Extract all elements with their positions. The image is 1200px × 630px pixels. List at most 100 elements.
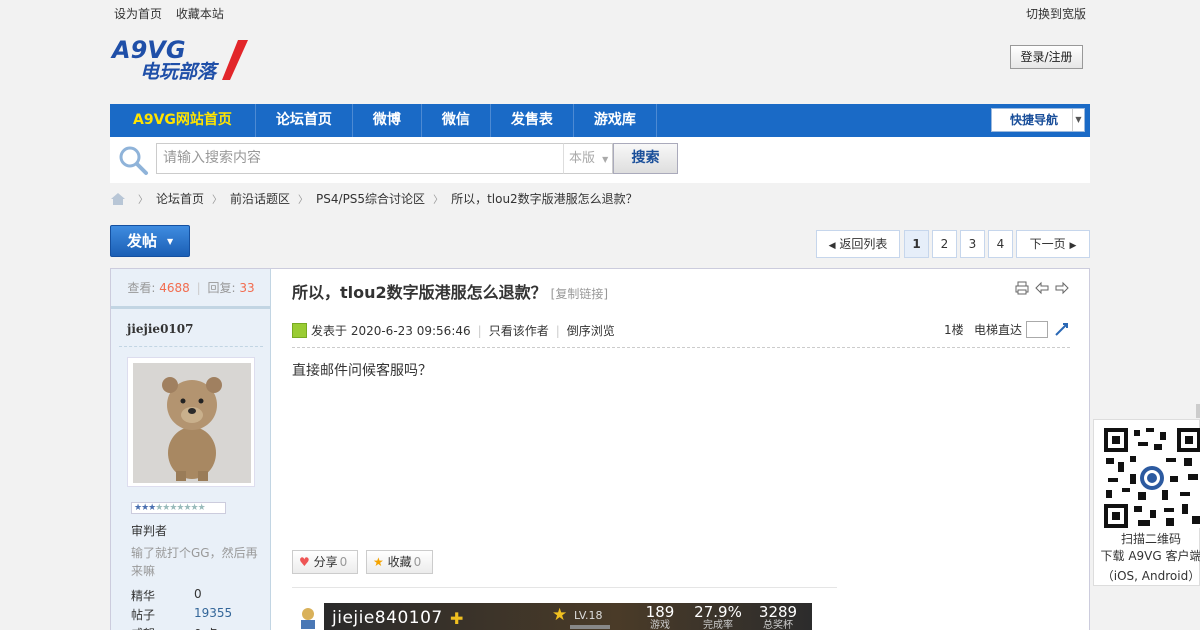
stat-value[interactable]: 19355 (194, 606, 232, 620)
back-to-list-button[interactable]: ◀ 返回列表 (816, 230, 900, 258)
float-handle[interactable] (1196, 404, 1200, 418)
psn-stat: 27.9% 完成率 (694, 603, 742, 630)
author-rank: 审判者 (131, 524, 168, 538)
teddy-bear-avatar-image (133, 363, 251, 483)
breadcrumb-separator: 〉 (433, 195, 444, 206)
only-author-link[interactable]: 只看该作者 (489, 322, 549, 339)
psn-game-card[interactable]: jiejie840107 ✚ ★ LV.18 189 游戏 27.9% 完成率 32… (324, 603, 812, 630)
breadcrumb-thread: 所以，tlou2数字版港服怎么退款？ (451, 192, 638, 206)
post-meta: 发表于 2020-6-23 09:56:46 | 只看该作者 | 倒序浏览 (292, 322, 615, 339)
next-page-button[interactable]: 下一页 ▶ (1016, 230, 1090, 258)
stat-label: 精华 (131, 589, 156, 603)
psn-avatar-icon (296, 606, 320, 630)
main-nav: A9VG网站首页 论坛首页 微博 微信 发售表 游戏库 (110, 104, 1090, 137)
divider (292, 347, 1070, 348)
elevator-label: 电梯直达 (974, 323, 1023, 337)
new-post-button[interactable]: 发帖 ▼ (110, 225, 190, 257)
arrow-left-icon: ◀ (828, 241, 836, 251)
stat-posts: 帖子 19355 (131, 606, 232, 623)
nav-item-wechat[interactable]: 微信 (422, 104, 491, 137)
qr-code-image (1104, 428, 1200, 528)
nav-item-site-home[interactable]: A9VG网站首页 (110, 104, 256, 137)
breadcrumb-frontier[interactable]: 前沿话题区 (230, 190, 290, 207)
views-count: 4688 (159, 281, 190, 295)
quick-nav-label: 快捷导航 (1010, 113, 1059, 127)
back-label: 返回列表 (839, 237, 888, 251)
app-qr-panel: 扫描二维码 下载 A9VG 客户端 （iOS, Android） (1093, 419, 1200, 586)
page-4[interactable]: 4 (988, 230, 1013, 258)
elevator-go-icon[interactable] (1054, 321, 1070, 337)
breadcrumb-forum-home[interactable]: 论坛首页 (156, 190, 204, 207)
chevron-down-icon: ▼ (602, 155, 609, 164)
copy-link-button[interactable]: [复制链接] (551, 287, 608, 301)
breadcrumb-ps-board[interactable]: PS4/PS5综合讨论区 (316, 190, 425, 207)
favorite-label: 收藏 (387, 555, 412, 569)
nav-item-forum-home[interactable]: 论坛首页 (256, 104, 353, 137)
elevator-input[interactable] (1026, 321, 1048, 338)
logo-graphic: A9VG 电玩部落 (110, 36, 248, 83)
share-label: 分享 (313, 555, 338, 569)
nav-item-weibo[interactable]: 微博 (353, 104, 422, 137)
page-3[interactable]: 3 (960, 230, 985, 258)
author-signature: 输了就打个GG，然后再来嘛 (131, 546, 258, 578)
search-button[interactable]: 搜索 (613, 143, 678, 174)
heart-icon: ♥ (299, 555, 310, 569)
floor-number[interactable]: 1楼 (944, 321, 964, 338)
reverse-order-link[interactable]: 倒序浏览 (567, 322, 615, 339)
psn-stat: 3289 总奖杯 (758, 603, 798, 630)
page-2[interactable]: 2 (932, 230, 957, 258)
divider (292, 587, 837, 588)
favorite-button[interactable]: ★ 收藏 0 (366, 550, 433, 574)
breadcrumb-separator: 〉 (212, 195, 223, 206)
thread-title: 所以，tlou2数字版港服怎么退款？ [复制链接] (292, 279, 608, 303)
arrow-right-icon: ▶ (1069, 241, 1077, 251)
post-content: 直接邮件问候客服吗？ (292, 363, 432, 379)
prev-thread-icon[interactable] (1035, 281, 1049, 295)
post-date: 发表于 2020-6-23 09:56:46 (311, 324, 471, 338)
share-button[interactable]: ♥ 分享 0 (292, 550, 358, 574)
topbar-left: 设为首页 收藏本站 (114, 5, 234, 22)
level-star-icon: ★ (552, 605, 568, 625)
nav-item-release[interactable]: 发售表 (491, 104, 574, 137)
search-input[interactable]: 请输入搜索内容 (156, 143, 564, 174)
search-scope-label: 本版 (569, 151, 596, 166)
author-name[interactable]: jiejie0107 (127, 322, 193, 336)
home-icon[interactable] (110, 192, 126, 206)
divider (119, 346, 263, 347)
views-label: 查看: (127, 281, 156, 295)
login-button[interactable]: 登录/注册 (1010, 45, 1083, 69)
set-home-link[interactable]: 设为首页 (114, 7, 162, 21)
search-icon (116, 144, 150, 176)
breadcrumb-separator: 〉 (138, 195, 148, 206)
breadcrumb: 〉 论坛首页 〉 前沿话题区 〉 PS4/PS5综合讨论区 〉 所以，tlou2… (110, 190, 638, 207)
logo-text-top: A9VG (110, 36, 186, 64)
qr-caption-2: 下载 A9VG 客户端 (1100, 549, 1200, 563)
level-progress (570, 625, 610, 629)
switch-width-link[interactable]: 切换到宽版 (1026, 5, 1086, 22)
qr-caption-3: （iOS, Android） (1101, 569, 1200, 583)
chevron-down-icon: ▼ (167, 237, 174, 246)
psn-stat: 189 游戏 (645, 603, 675, 630)
search-scope-select[interactable]: 本版 ▼ (563, 143, 613, 174)
quick-nav-button[interactable]: 快捷导航 ▼ (991, 108, 1085, 132)
site-logo[interactable]: A9VG 电玩部落 (110, 36, 250, 83)
stat-value: 0 点 (194, 625, 217, 630)
stat-value: 0 (194, 587, 202, 601)
thread-tools (1015, 281, 1069, 295)
psn-name: jiejie840107 (332, 608, 443, 628)
nav-item-gamelib[interactable]: 游戏库 (574, 104, 657, 137)
bookmark-link[interactable]: 收藏本站 (176, 7, 224, 21)
qr-caption-1: 扫描二维码 (1120, 532, 1181, 546)
star-icon: ★ (373, 555, 384, 569)
online-status-icon (292, 323, 307, 338)
breadcrumb-separator: 〉 (298, 195, 309, 206)
plus-icon: ✚ (450, 609, 464, 628)
thread-stats: 查看: 4688 | 回复: 33 (111, 269, 271, 309)
avatar[interactable] (127, 357, 255, 487)
replies-label: 回复: (207, 281, 236, 295)
stat-label: 帖子 (131, 608, 156, 622)
print-icon[interactable] (1015, 281, 1029, 295)
page-1[interactable]: 1 (904, 230, 929, 258)
next-thread-icon[interactable] (1055, 281, 1069, 295)
author-sidebar: 查看: 4688 | 回复: 33 jiejie0107 ★★★★★★★★★★ … (111, 269, 271, 630)
